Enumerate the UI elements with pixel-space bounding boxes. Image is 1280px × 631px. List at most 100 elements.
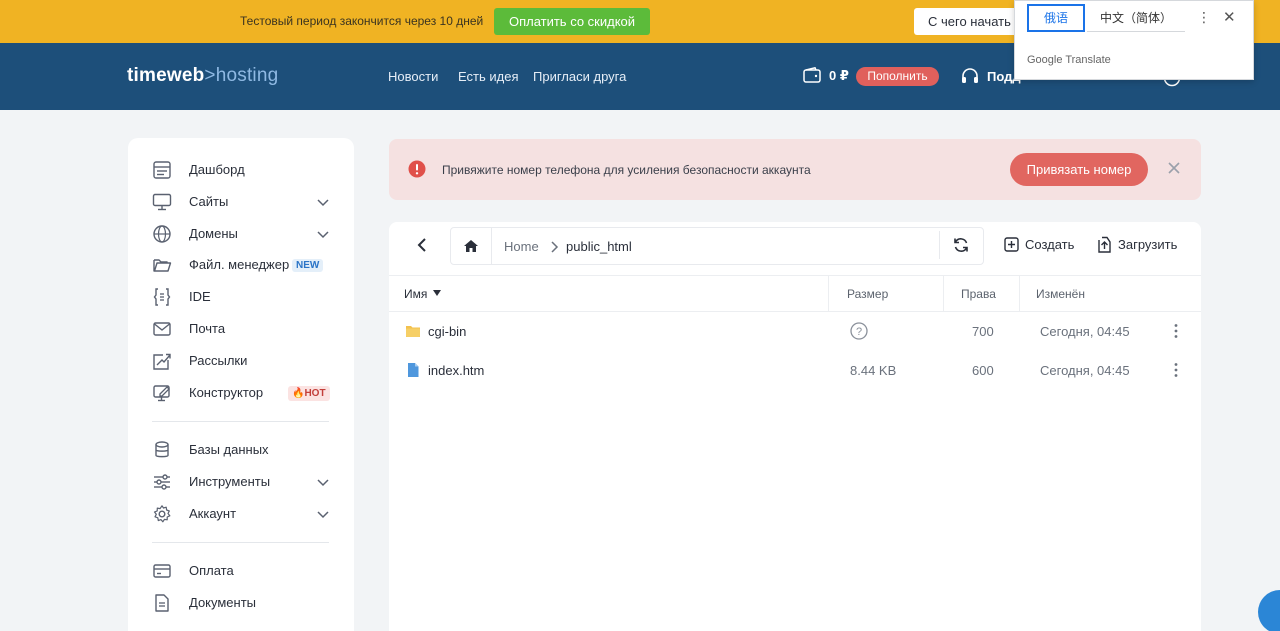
new-badge: NEW [292,259,324,272]
sidebar-item-label: Файл. менеджер [189,257,290,272]
file-manager: Home public_html Создать Загрузить Имя Р… [389,222,1201,631]
alert-icon [408,160,426,178]
question-circle-icon[interactable]: ? [850,322,868,340]
getting-started-button[interactable]: С чего начать [914,8,1024,35]
column-name[interactable]: Имя [404,287,427,301]
column-modified[interactable]: Изменён [1036,287,1085,301]
trial-text: Тестовый период закончится через 10 дней [240,14,484,28]
sidebar-item-ide[interactable]: IDE [128,284,354,310]
sidebar-item-label: Почта [189,321,226,336]
globe-icon [153,225,171,243]
logo-arrow: > [204,65,216,86]
database-icon [155,441,169,458]
sidebar-item-documents[interactable]: Документы [128,590,354,616]
sidebar-item-builder[interactable]: Конструктор 🔥HOT [128,380,354,406]
breadcrumb-home[interactable]: Home [504,239,539,254]
file-modified: Сегодня, 04:45 [1040,363,1130,378]
chevron-down-icon [317,199,329,207]
sidebar-item-label: IDE [189,289,211,304]
sidebar-item-domains[interactable]: Домены [128,221,354,247]
sidebar-divider [152,542,329,543]
more-vertical-icon[interactable] [1173,362,1179,378]
nav-idea[interactable]: Есть идея [458,69,518,84]
file-icon [408,363,419,377]
sidebar-item-sites[interactable]: Сайты [128,189,354,215]
refresh-icon[interactable] [952,236,970,254]
sidebar-item-tools[interactable]: Инструменты [128,469,354,495]
plus-square-icon[interactable] [1004,237,1019,252]
table-row[interactable]: index.htm 8.44 KB 600 Сегодня, 04:45 [389,351,1201,390]
back-icon[interactable] [415,237,429,253]
ide-icon [153,288,171,306]
translate-target-tab[interactable]: 中文（简体） [1087,4,1185,32]
column-divider [943,276,944,312]
close-icon[interactable] [1166,160,1182,176]
upload-button[interactable]: Загрузить [1118,237,1177,252]
sidebar-item-label: Оплата [189,563,234,578]
translate-source-tab[interactable]: 俄语 [1027,4,1085,32]
dashboard-icon [153,161,171,179]
headset-icon [962,68,978,83]
sort-down-icon[interactable] [433,290,441,296]
column-size[interactable]: Размер [847,287,888,301]
pay-discount-button[interactable]: Оплатить со скидкой [494,8,650,35]
folder-icon [406,326,420,337]
close-icon[interactable]: ✕ [1223,8,1236,26]
sidebar-item-label: Инструменты [189,474,271,489]
monitor-icon [152,193,172,211]
send-icon [153,353,171,370]
sidebar-divider [152,421,329,422]
card-icon [153,564,171,578]
upload-icon[interactable] [1097,236,1112,253]
column-divider [828,276,829,312]
sidebar-item-label: Сайты [189,194,229,209]
logo-product: hosting [215,65,279,86]
table-header: Имя Размер Права Изменён [389,275,1201,312]
phone-alert: Привяжите номер телефона для усиления бе… [389,139,1201,200]
sidebar-item-label: Дашборд [189,162,245,177]
file-name[interactable]: cgi-bin [428,324,466,339]
balance: 0 ₽ [829,68,849,83]
nav-invite[interactable]: Пригласи друга [533,69,626,84]
chevron-right-icon [551,241,559,253]
toolbar-divider [939,231,940,259]
table-row[interactable]: cgi-bin ? 700 Сегодня, 04:45 [389,312,1201,351]
sidebar-item-label: Базы данных [189,442,269,457]
sidebar-item-label: Домены [189,226,238,241]
sidebar-item-file-manager[interactable]: Файл. менеджер NEW [128,252,354,278]
column-perms[interactable]: Права [961,287,996,301]
topup-button[interactable]: Пополнить [856,67,939,86]
folder-icon [153,259,172,272]
file-size: ? [856,326,862,338]
logo[interactable]: timeweb>hosting [127,65,278,87]
breadcrumb: Home public_html [450,227,984,265]
hot-badge: 🔥HOT [288,386,330,401]
more-vertical-icon[interactable] [1173,323,1179,339]
nav-news[interactable]: Новости [388,69,438,84]
file-name[interactable]: index.htm [428,363,484,378]
sidebar-item-label: Рассылки [189,353,248,368]
file-perms: 600 [972,363,994,378]
sidebar-item-billing[interactable]: Оплата [128,558,354,584]
file-perms: 700 [972,324,994,339]
sidebar-item-dashboard[interactable]: Дашборд [128,157,354,183]
sidebar-item-label: Документы [189,595,257,610]
link-phone-button[interactable]: Привязать номер [1010,153,1148,186]
mail-icon [153,322,171,336]
sidebar: Дашборд Сайты Домены Файл. менеджер NEW [128,138,354,631]
create-button[interactable]: Создать [1025,237,1074,252]
chevron-down-icon [317,511,329,519]
sidebar-item-mail[interactable]: Почта [128,316,354,342]
builder-icon [153,385,170,402]
home-icon[interactable] [463,239,479,253]
chat-button[interactable] [1258,590,1280,631]
logo-brand: timeweb [127,65,205,86]
sidebar-item-mailings[interactable]: Рассылки [128,348,354,374]
sidebar-item-databases[interactable]: Базы данных [128,437,354,463]
more-vertical-icon[interactable]: ⋮ [1197,9,1211,26]
column-divider [1019,276,1020,312]
chevron-down-icon [317,479,329,487]
sidebar-item-account[interactable]: Аккаунт [128,501,354,527]
document-icon [155,594,169,612]
breadcrumb-current: public_html [566,239,632,254]
